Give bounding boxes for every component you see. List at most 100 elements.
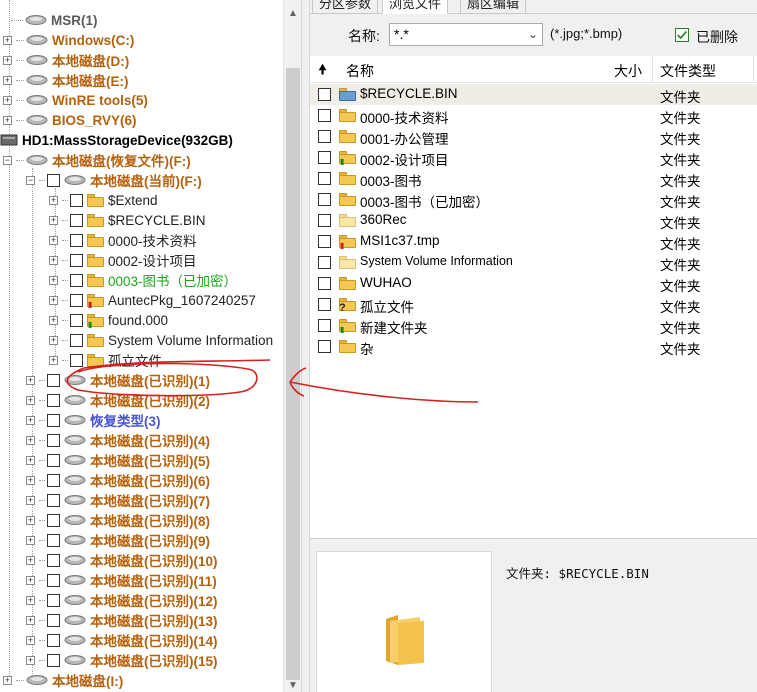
column-divider[interactable] [753, 56, 754, 83]
tree-item-recognized-14[interactable]: + 本地磁盘(已识别)(14) [26, 630, 218, 650]
sort-up-arrow-icon[interactable]: 🠝 [318, 59, 327, 83]
select-checkbox[interactable] [47, 533, 60, 547]
expand-plus-icon[interactable]: + [3, 55, 12, 65]
scroll-up-icon[interactable]: ▲ [284, 8, 302, 19]
tree-item-recognized-5[interactable]: + 本地磁盘(已识别)(5) [26, 450, 210, 470]
select-checkbox[interactable] [47, 573, 60, 587]
tree-item-hd1[interactable]: HD1:MassStorageDevice(932GB) [0, 130, 233, 150]
deleted-checkbox[interactable] [675, 28, 689, 42]
select-checkbox[interactable] [47, 493, 60, 507]
select-checkbox[interactable] [70, 293, 83, 307]
expand-plus-icon[interactable]: + [49, 255, 58, 265]
select-checkbox[interactable] [318, 193, 331, 206]
expand-plus-icon[interactable]: + [26, 475, 35, 485]
column-divider[interactable] [652, 56, 653, 83]
tab-sector-edit[interactable]: 扇区编辑 [460, 0, 527, 14]
expand-plus-icon[interactable]: + [3, 675, 12, 685]
tree-item-recovery-type-3[interactable]: + 恢复类型(3) [26, 410, 161, 430]
file-row[interactable]: System Volume Information 文件夹 [310, 252, 757, 273]
select-checkbox[interactable] [47, 633, 60, 647]
expand-plus-icon[interactable]: + [49, 335, 58, 345]
tab-browse-files[interactable]: 浏览文件 [382, 0, 449, 14]
select-checkbox[interactable] [70, 273, 83, 287]
tree-item-0003-encrypted[interactable]: + 0003-图书（已加密） [49, 270, 237, 290]
select-checkbox[interactable] [318, 235, 331, 248]
select-checkbox[interactable] [318, 277, 331, 290]
select-checkbox[interactable] [47, 393, 60, 407]
tab-partition-params[interactable]: 分区参数 [312, 0, 379, 14]
select-checkbox[interactable] [47, 373, 60, 387]
tree-item-auntecpkg[interactable]: + ▮ AuntecPkg_1607240257 [49, 290, 256, 310]
expand-plus-icon[interactable]: + [49, 235, 58, 245]
expand-plus-icon[interactable]: + [26, 575, 35, 585]
select-checkbox[interactable] [47, 173, 60, 187]
scroll-down-icon[interactable]: ▼ [284, 680, 302, 691]
tree-item-recognized-8[interactable]: + 本地磁盘(已识别)(8) [26, 510, 210, 530]
tree-item-recognized-1[interactable]: + 本地磁盘(已识别)(1) [26, 370, 210, 390]
select-checkbox[interactable] [318, 298, 331, 311]
file-row[interactable]: WUHAO 文件夹 [310, 273, 757, 294]
select-checkbox[interactable] [47, 553, 60, 567]
tree-item-recognized-12[interactable]: + 本地磁盘(已识别)(12) [26, 590, 218, 610]
expand-plus-icon[interactable]: + [26, 515, 35, 525]
select-checkbox[interactable] [47, 613, 60, 627]
select-checkbox[interactable] [70, 333, 83, 347]
select-checkbox[interactable] [47, 433, 60, 447]
expand-plus-icon[interactable]: + [3, 35, 12, 45]
tree-scrollbar[interactable]: ▲ ▼ [283, 0, 301, 692]
column-name-header[interactable]: 名称 [346, 61, 374, 81]
tree-item-winre-tools[interactable]: + WinRE tools(5) [3, 90, 148, 110]
file-row[interactable]: ? 孤立文件 文件夹 [310, 294, 757, 315]
tree-item-windows-c[interactable]: + Windows(C:) [3, 30, 134, 50]
tree-item-disk-e[interactable]: + 本地磁盘(E:) [3, 70, 129, 90]
collapse-minus-icon[interactable]: − [26, 175, 35, 185]
expand-plus-icon[interactable]: + [49, 315, 58, 325]
expand-plus-icon[interactable]: + [3, 75, 12, 85]
expand-plus-icon[interactable]: + [26, 375, 35, 385]
expand-plus-icon[interactable]: + [26, 535, 35, 545]
tree-item-recognized-7[interactable]: + 本地磁盘(已识别)(7) [26, 490, 210, 510]
tree-item-disk-d[interactable]: + 本地磁盘(D:) [3, 50, 129, 70]
expand-plus-icon[interactable]: + [26, 495, 35, 505]
partition-tree[interactable]: MSR(1) + Windows(C:) + 本地磁盘(D:) + 本地磁盘(E… [0, 0, 283, 692]
tree-item-recognized-4[interactable]: + 本地磁盘(已识别)(4) [26, 430, 210, 450]
expand-plus-icon[interactable]: + [26, 435, 35, 445]
tree-item-recognized-9[interactable]: + 本地磁盘(已识别)(9) [26, 530, 210, 550]
tree-item-lost-files[interactable]: + 孤立文件 [49, 350, 162, 370]
tree-item-recognized-10[interactable]: + 本地磁盘(已识别)(10) [26, 550, 218, 570]
expand-plus-icon[interactable]: + [26, 455, 35, 465]
scrollbar-thumb[interactable] [286, 68, 300, 680]
select-checkbox[interactable] [318, 130, 331, 143]
chevron-down-icon[interactable]: ⌄ [528, 24, 538, 45]
tree-item-recognized-13[interactable]: + 本地磁盘(已识别)(13) [26, 610, 218, 630]
select-checkbox[interactable] [318, 151, 331, 164]
expand-plus-icon[interactable]: + [26, 395, 35, 405]
select-checkbox[interactable] [47, 453, 60, 467]
expand-plus-icon[interactable]: + [26, 415, 35, 425]
expand-plus-icon[interactable]: + [26, 635, 35, 645]
file-row[interactable]: 360Rec 文件夹 [310, 210, 757, 231]
tree-item-disk-i[interactable]: + 本地磁盘(I:) [3, 670, 123, 690]
tree-item-recover-f[interactable]: − 本地磁盘(恢复文件)(F:) [3, 150, 191, 170]
tree-item-0002[interactable]: + 0002-设计项目 [49, 250, 197, 270]
pane-splitter[interactable] [301, 0, 310, 692]
expand-plus-icon[interactable]: + [49, 275, 58, 285]
file-row[interactable]: 0001-办公管理 文件夹 [310, 126, 757, 147]
expand-plus-icon[interactable]: + [3, 95, 12, 105]
expand-plus-icon[interactable]: + [26, 655, 35, 665]
select-checkbox[interactable] [318, 256, 331, 269]
expand-plus-icon[interactable]: + [26, 595, 35, 605]
tree-item-found-000[interactable]: + ▮ found.000 [49, 310, 168, 330]
select-checkbox[interactable] [70, 353, 83, 367]
select-checkbox[interactable] [318, 109, 331, 122]
select-checkbox[interactable] [318, 319, 331, 332]
tree-item-msr[interactable]: MSR(1) [3, 10, 98, 30]
select-checkbox[interactable] [70, 313, 83, 327]
expand-plus-icon[interactable]: + [3, 115, 12, 125]
select-checkbox[interactable] [70, 233, 83, 247]
name-filter-combo[interactable]: *.* ⌄ [389, 23, 543, 46]
tree-item-recognized-15[interactable]: + 本地磁盘(已识别)(15) [26, 650, 218, 670]
file-list[interactable]: 🠝 名称 大小 文件类型 $RECYCLE.BIN 文件夹 0000-技术资料 … [310, 56, 757, 538]
tree-item-recognized-6[interactable]: + 本地磁盘(已识别)(6) [26, 470, 210, 490]
expand-plus-icon[interactable]: + [49, 295, 58, 305]
